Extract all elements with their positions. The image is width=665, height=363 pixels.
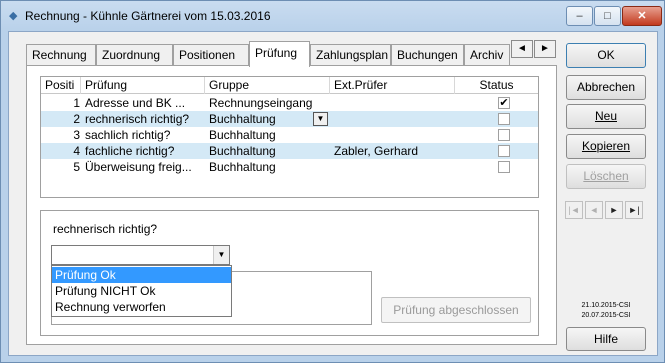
- maximize-button[interactable]: □: [594, 6, 621, 26]
- row-pruefung: fachliche richtig?: [85, 144, 175, 158]
- row-gruppe: Buchhaltung: [209, 128, 276, 142]
- tab-archiv[interactable]: Archiv: [464, 44, 510, 66]
- app-icon: ◆: [9, 10, 18, 22]
- result-combobox[interactable]: ▼: [51, 245, 230, 265]
- tab-rechnung[interactable]: Rechnung: [26, 44, 96, 66]
- tab-scroll-right-icon[interactable]: ►: [534, 40, 556, 58]
- row-position: 4: [73, 144, 80, 158]
- col-header-status[interactable]: Status: [455, 77, 538, 94]
- created-stamp: 20.07.2015-CSI: [581, 312, 631, 319]
- tab-scroll: ◄ ►: [511, 40, 557, 58]
- title-bar[interactable]: ◆ Rechnung - Kühnle Gärtnerei vom 15.03.…: [1, 1, 664, 31]
- tab-zuordnung[interactable]: Zuordnung: [96, 44, 173, 66]
- row-position: 3: [73, 128, 80, 142]
- row-ext-pruefer: Zabler, Gerhard: [334, 144, 419, 158]
- row-pruefung: Überweisung freig...: [85, 160, 192, 174]
- record-navigator: |◄ ◄ ► ►|: [565, 199, 645, 221]
- cancel-button[interactable]: Abbrechen: [566, 75, 646, 100]
- help-button[interactable]: Hilfe: [566, 327, 646, 351]
- table-row[interactable]: 2 rechnerisch richtig? Buchhaltung ▼: [41, 111, 538, 127]
- row-pruefung: rechnerisch richtig?: [85, 112, 190, 126]
- next-record-icon[interactable]: ►: [605, 201, 623, 219]
- list-item[interactable]: Rechnung verworfen: [52, 299, 231, 315]
- modified-stamp: 21.10.2015-CSI: [581, 302, 631, 309]
- row-pruefung: sachlich richtig?: [85, 128, 171, 142]
- row-gruppe: Buchhaltung: [209, 160, 276, 174]
- tab-pruefung[interactable]: Prüfung: [249, 41, 310, 67]
- col-header-ext-pruefer[interactable]: Ext.Prüfer: [330, 77, 455, 94]
- pruefung-abgeschlossen-button[interactable]: Prüfung abgeschlossen: [381, 297, 531, 323]
- chevron-down-icon[interactable]: ▼: [213, 246, 229, 264]
- row-position: 5: [73, 160, 80, 174]
- row-gruppe: Buchhaltung: [209, 144, 276, 158]
- table-row[interactable]: 5 Überweisung freig... Buchhaltung: [41, 159, 538, 175]
- window-title: Rechnung - Kühnle Gärtnerei vom 15.03.20…: [25, 9, 271, 23]
- row-gruppe: Rechnungseingang: [209, 96, 313, 110]
- status-checkbox[interactable]: [498, 145, 510, 157]
- col-header-position[interactable]: Positi: [41, 77, 81, 94]
- row-gruppe: Buchhaltung: [209, 112, 276, 126]
- row-ext-pruefer: [334, 95, 454, 111]
- detail-label: rechnerisch richtig?: [53, 222, 158, 236]
- table-row[interactable]: 4 fachliche richtig? Buchhaltung Zabler,…: [41, 143, 538, 159]
- delete-button[interactable]: Löschen: [566, 164, 646, 189]
- ok-button[interactable]: OK: [566, 43, 646, 68]
- status-checkbox[interactable]: [498, 161, 510, 173]
- status-checkbox[interactable]: [498, 113, 510, 125]
- status-checkbox[interactable]: [498, 129, 510, 141]
- new-button[interactable]: Neu: [566, 104, 646, 129]
- tab-scroll-left-icon[interactable]: ◄: [511, 40, 533, 58]
- minimize-button[interactable]: ‒: [566, 6, 593, 26]
- prev-record-icon[interactable]: ◄: [585, 201, 603, 219]
- col-header-gruppe[interactable]: Gruppe: [205, 77, 330, 94]
- gruppe-dropdown-icon[interactable]: ▼: [313, 112, 328, 126]
- col-header-pruefung[interactable]: Prüfung: [81, 77, 205, 94]
- copy-button[interactable]: Kopieren: [566, 134, 646, 159]
- row-ext-pruefer: [334, 159, 454, 175]
- first-record-icon[interactable]: |◄: [565, 201, 583, 219]
- grid-header: Positi Prüfung Gruppe Ext.Prüfer Status: [41, 77, 538, 94]
- close-button[interactable]: ✕: [622, 6, 662, 26]
- table-row[interactable]: 3 sachlich richtig? Buchhaltung: [41, 127, 538, 143]
- row-ext-pruefer: [334, 111, 454, 127]
- status-checkbox[interactable]: ✔: [498, 97, 510, 109]
- table-row[interactable]: 1 Adresse und BK ... Rechnungseingang ✔: [41, 95, 538, 111]
- list-item[interactable]: Prüfung NICHT Ok: [52, 283, 231, 299]
- row-position: 2: [73, 112, 80, 126]
- tab-positionen[interactable]: Positionen: [173, 44, 249, 66]
- pruefung-grid[interactable]: Positi Prüfung Gruppe Ext.Prüfer Status …: [40, 76, 539, 198]
- row-pruefung: Adresse und BK ...: [85, 96, 186, 110]
- result-dropdown-list[interactable]: Prüfung Ok Prüfung NICHT Ok Rechnung ver…: [51, 265, 232, 317]
- row-position: 1: [73, 96, 80, 110]
- tab-buchungen[interactable]: Buchungen: [391, 44, 464, 66]
- tab-zahlungsplan[interactable]: Zahlungsplan: [310, 44, 391, 66]
- list-item[interactable]: Prüfung Ok: [52, 267, 231, 283]
- row-ext-pruefer: [334, 127, 454, 143]
- last-record-icon[interactable]: ►|: [625, 201, 643, 219]
